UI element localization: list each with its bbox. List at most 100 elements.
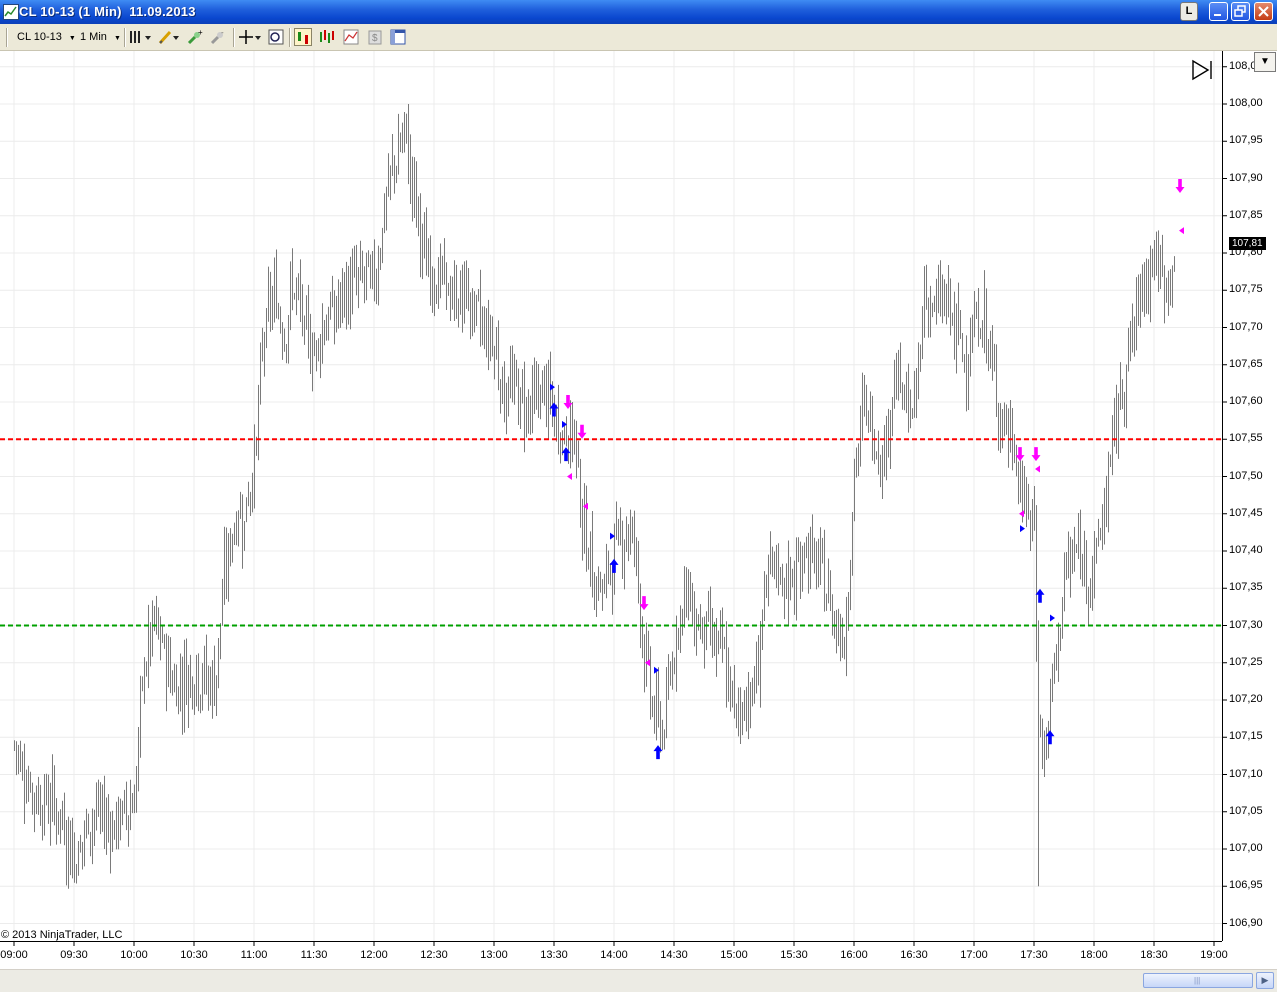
time-label: 11:30 (300, 949, 328, 961)
price-label: 106,95 (1229, 879, 1263, 892)
minimize-button[interactable] (1209, 2, 1228, 21)
svg-text:+: + (198, 28, 203, 37)
time-label: 18:30 (1140, 949, 1168, 961)
buy-entry-triangle (1050, 614, 1055, 622)
price-label: 108,00 (1229, 97, 1263, 109)
chart-app-icon (3, 4, 19, 20)
time-label: 10:00 (120, 949, 148, 961)
scrollbar-thumb[interactable]: ||| (1143, 973, 1253, 988)
chart-canvas[interactable] (0, 51, 1277, 969)
draw-pencil-icon[interactable] (157, 28, 181, 46)
time-label: 15:30 (780, 949, 808, 961)
zoom-out-icon[interactable]: - (209, 28, 227, 46)
price-label: 107,25 (1229, 655, 1263, 668)
instrument-label: CL 10-13 (17, 31, 62, 43)
time-label: 17:00 (960, 949, 988, 961)
chart-properties-icon[interactable] (342, 28, 360, 46)
stock-icon[interactable]: $ (366, 28, 384, 46)
time-label: 09:00 (0, 949, 28, 961)
chevron-down-icon: ▼ (1260, 56, 1270, 67)
close-button[interactable] (1254, 2, 1273, 21)
link-button[interactable]: L (1180, 2, 1198, 21)
indicators-icon[interactable] (318, 28, 336, 46)
time-label: 14:00 (600, 949, 628, 961)
price-label: 107,75 (1229, 283, 1263, 296)
copyright-text: © 2013 NinjaTrader, LLC (1, 929, 123, 941)
time-label: 15:00 (720, 949, 748, 961)
interval-label: 1 Min (80, 31, 107, 43)
svg-text:-: - (221, 28, 224, 37)
horizontal-scrollbar[interactable]: ||| ▶ (0, 969, 1277, 992)
scroll-right-button[interactable]: ▶ (1256, 972, 1274, 989)
close-icon (1258, 6, 1269, 17)
window-title-bar[interactable]: CL 10-13 (1 Min) 11.09.2013 L (0, 0, 1277, 24)
window-title: CL 10-13 (1 Min) 11.09.2013 (19, 4, 196, 19)
price-label: 107,30 (1229, 618, 1263, 631)
toolbar-separator (6, 28, 8, 47)
buy-entry-triangle (1020, 525, 1025, 533)
time-label: 11:00 (240, 949, 268, 961)
time-label: 16:00 (840, 949, 868, 961)
price-label: 107,95 (1229, 134, 1263, 147)
chevron-down-icon: ▼ (68, 35, 76, 42)
chevron-down-icon: ▼ (113, 35, 121, 42)
price-label: 107,85 (1229, 208, 1263, 221)
price-label: 107,55 (1229, 432, 1263, 445)
toolbar-separator (233, 28, 235, 47)
crosshair-icon[interactable] (238, 28, 264, 46)
price-label: 107,90 (1229, 171, 1263, 184)
sell-entry-triangle (583, 502, 588, 510)
price-label: 107,70 (1229, 320, 1263, 333)
svg-text:$: $ (372, 33, 378, 44)
price-label: 107,05 (1229, 804, 1263, 817)
time-label: 18:00 (1080, 949, 1108, 961)
sell-entry-triangle (567, 473, 572, 480)
price-label: 107,00 (1229, 842, 1263, 854)
price-label: 107,60 (1229, 395, 1263, 407)
time-label: 09:30 (60, 949, 88, 961)
restore-button[interactable] (1231, 2, 1250, 21)
strategies-icon[interactable] (294, 28, 312, 46)
price-label: 107,20 (1229, 693, 1263, 705)
time-label: 13:00 (480, 949, 508, 961)
chart-toolbar: CL 10-13 ▼ 1 Min ▼ + - $ (0, 24, 1277, 51)
instrument-selector[interactable]: CL 10-13 ▼ (17, 28, 76, 46)
time-label: 16:30 (900, 949, 928, 961)
time-label: 13:30 (540, 949, 568, 961)
scroll-down-button[interactable]: ▼ (1254, 52, 1276, 72)
sell-arrow-marker (577, 424, 587, 439)
time-label: 10:30 (180, 949, 208, 961)
time-label: 19:00 (1200, 949, 1228, 961)
data-box-icon[interactable] (267, 28, 285, 46)
sell-entry-triangle (1019, 510, 1024, 518)
interval-selector[interactable]: 1 Min ▼ (80, 28, 121, 46)
toolbar-separator (124, 28, 126, 47)
price-label: 107,50 (1229, 469, 1263, 482)
time-label: 14:30 (660, 949, 688, 961)
price-label: 107,10 (1229, 767, 1263, 780)
toolbar-separator (289, 28, 291, 47)
price-label: 107,65 (1229, 357, 1263, 370)
bars-style-icon[interactable] (128, 28, 154, 46)
sell-arrow-marker (1175, 178, 1185, 193)
sell-entry-triangle (1035, 465, 1040, 473)
time-label: 12:00 (360, 949, 388, 961)
panel-icon[interactable] (389, 28, 407, 46)
sell-entry-triangle (645, 659, 650, 667)
zoom-in-icon[interactable]: + (186, 28, 204, 46)
price-chart[interactable]: 108,05 108,00 107,95 107,90 107,85 107,80 107,… (0, 51, 1277, 994)
price-label: 106,90 (1229, 916, 1263, 929)
price-label: 107,15 (1229, 730, 1263, 743)
sell-arrow-marker (1031, 447, 1041, 462)
sell-entry-triangle (1179, 227, 1184, 235)
time-label: 12:30 (420, 949, 448, 961)
price-label: 107,45 (1229, 506, 1263, 519)
price-label: 107,35 (1229, 581, 1263, 594)
price-label: 107,40 (1229, 544, 1263, 556)
minimize-icon (1214, 14, 1221, 16)
buy-arrow-marker (653, 745, 663, 760)
last-price-marker: 107,81 (1229, 237, 1266, 250)
go-to-end-button[interactable] (1191, 59, 1215, 81)
restore-icon (1234, 5, 1246, 17)
time-label: 17:30 (1020, 949, 1048, 961)
